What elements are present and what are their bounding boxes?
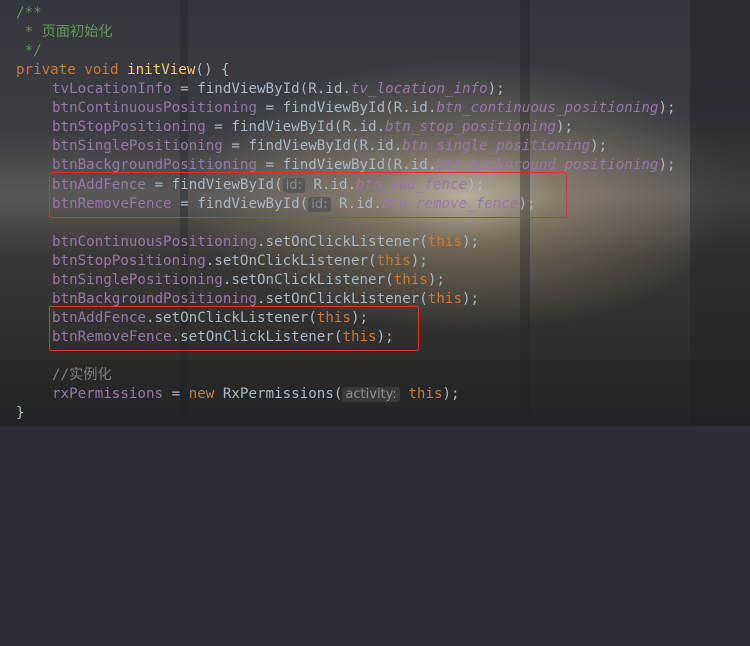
call-end: ); xyxy=(462,291,480,307)
call-text: .setOnClickListener( xyxy=(205,253,377,269)
keyword-void: void xyxy=(84,62,119,78)
call-text: = findViewById(R.id. xyxy=(171,81,351,97)
call-end: ); xyxy=(658,100,676,116)
call-end: ); xyxy=(442,386,460,402)
code-line-find-0: tvLocationInfo = findViewById(R.id.tv_lo… xyxy=(52,80,505,99)
doc-comment-close: */ xyxy=(16,43,42,59)
call-text: = findViewById(R.id. xyxy=(257,157,437,173)
keyword-this: this xyxy=(393,272,428,288)
resource-id: tv_location_info xyxy=(350,81,488,97)
code-line-listener-0: btnContinuousPositioning.setOnClickListe… xyxy=(52,233,479,252)
field-name: btnSinglePositioning xyxy=(52,138,223,154)
field-name: btnSinglePositioning xyxy=(52,272,223,288)
call-end: ); xyxy=(590,138,608,154)
keyword-this: this xyxy=(427,234,463,250)
doc-comment-text: * 页面初始化 xyxy=(16,24,113,40)
code-line-comment: //实例化 xyxy=(52,366,112,385)
method-params: () { xyxy=(195,62,230,78)
code-line-doc-open: /** xyxy=(16,4,42,23)
code-line-doc-text: * 页面初始化 xyxy=(16,23,113,42)
code-line-find-2: btnStopPositioning = findViewById(R.id.b… xyxy=(52,118,573,137)
call-end: ); xyxy=(487,81,505,97)
call-end: ); xyxy=(410,253,428,269)
call-text: .setOnClickListener( xyxy=(257,234,428,250)
code-line-permissions: rxPermissions = new RxPermissions(activi… xyxy=(52,385,460,404)
field-name: btnStopPositioning xyxy=(52,253,206,269)
code-line-listener-2: btnSinglePositioning.setOnClickListener(… xyxy=(52,271,445,290)
line-comment: //实例化 xyxy=(52,367,112,383)
assign-op: = xyxy=(163,386,189,402)
keyword-this: this xyxy=(376,253,411,269)
keyword-this: this xyxy=(427,291,463,307)
code-line-doc-close: */ xyxy=(16,42,42,61)
keyword-this: this xyxy=(408,386,443,402)
field-name: tvLocationInfo xyxy=(52,81,172,97)
field-name: btnStopPositioning xyxy=(52,119,206,135)
call-end: ); xyxy=(462,234,480,250)
param-hint: activity: xyxy=(342,387,400,402)
code-line-close-brace: } xyxy=(16,404,25,423)
call-end: ); xyxy=(555,119,574,135)
class-name: RxPermissions( xyxy=(214,386,343,402)
call-text: = findViewById(R.id. xyxy=(222,138,403,154)
code-line-listener-1: btnStopPositioning.setOnClickListener(th… xyxy=(52,252,428,271)
code-line-find-3: btnSinglePositioning = findViewById(R.id… xyxy=(52,137,607,156)
call-text: .setOnClickListener( xyxy=(222,272,394,288)
keyword-new: new xyxy=(188,386,215,402)
code-line-method-signature: private void initView() { xyxy=(16,61,230,80)
field-name: btnContinuousPositioning xyxy=(52,100,257,116)
method-name: initView xyxy=(127,62,196,78)
resource-id: btn_stop_positioning xyxy=(385,119,556,135)
code-line-find-1: btnContinuousPositioning = findViewById(… xyxy=(52,99,676,118)
call-end: ); xyxy=(658,157,676,173)
resource-id: btn_single_positioning xyxy=(402,138,591,154)
close-brace: } xyxy=(16,405,25,421)
call-text: = findViewById(R.id. xyxy=(257,100,437,116)
field-name: btnContinuousPositioning xyxy=(52,234,257,250)
call-text: .setOnClickListener( xyxy=(257,291,428,307)
call-text: = findViewById(R.id. xyxy=(205,119,386,135)
field-name: btnBackgroundPositioning xyxy=(52,157,257,173)
resource-id: btn_background_positioning xyxy=(436,157,659,173)
resource-id: btn_continuous_positioning xyxy=(436,100,659,116)
field-name: rxPermissions xyxy=(52,386,164,402)
keyword-private: private xyxy=(16,62,76,78)
call-end: ); xyxy=(427,272,445,288)
highlight-box-find-fence xyxy=(49,172,567,218)
highlight-box-listener-fence xyxy=(49,306,419,351)
doc-comment-open: /** xyxy=(16,5,42,21)
field-name: btnBackgroundPositioning xyxy=(52,291,257,307)
